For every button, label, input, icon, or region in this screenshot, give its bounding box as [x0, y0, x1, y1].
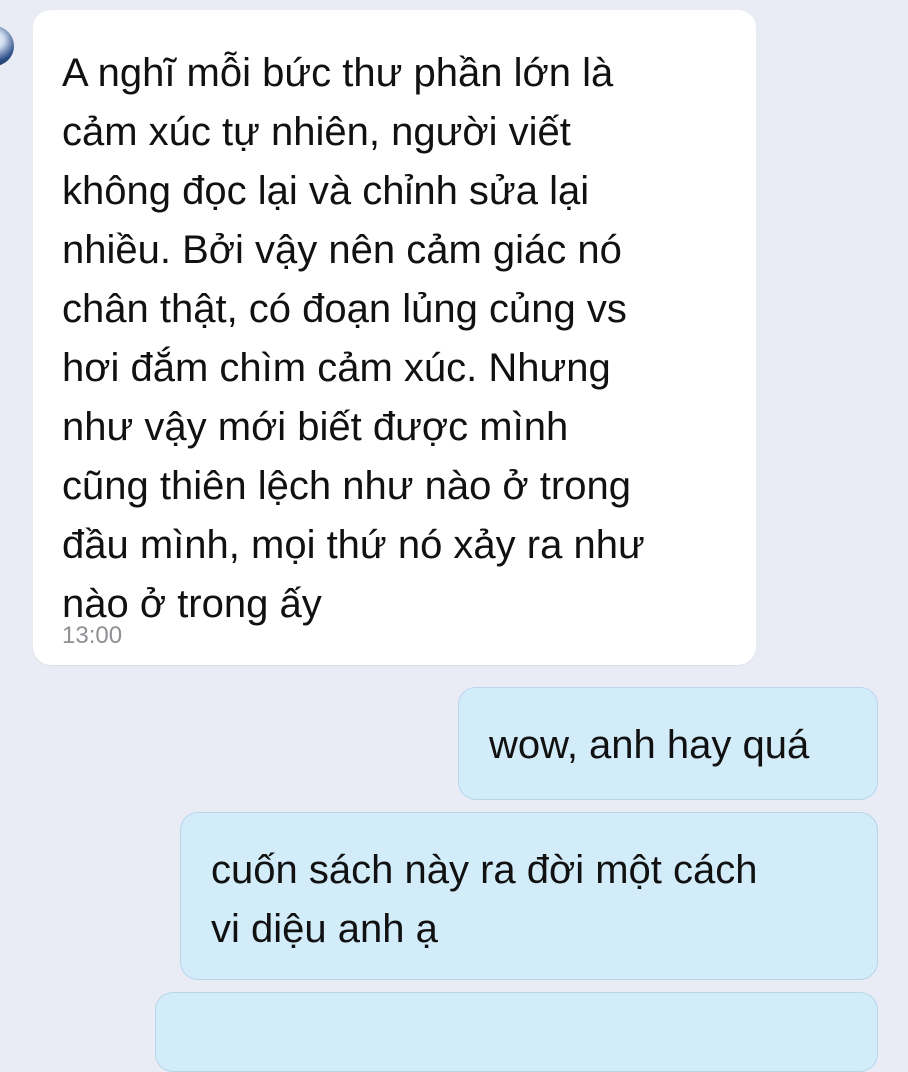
- chat-thread: A nghĩ mỗi bức thư phần lớn là cảm xúc t…: [0, 0, 908, 1072]
- outgoing-message-bubble[interactable]: cuốn sách này ra đời một cách vi diệu an…: [180, 812, 878, 980]
- incoming-message-bubble[interactable]: A nghĩ mỗi bức thư phần lớn là cảm xúc t…: [33, 10, 756, 665]
- message-timestamp: 13:00: [62, 622, 123, 649]
- message-text: wow, anh hay quá: [489, 723, 810, 767]
- outgoing-message-bubble-partial[interactable]: [155, 992, 878, 1072]
- message-text: A nghĩ mỗi bức thư phần lớn là cảm xúc t…: [62, 51, 645, 626]
- message-text: cuốn sách này ra đời một cách vi diệu an…: [211, 848, 758, 951]
- outgoing-message-bubble[interactable]: wow, anh hay quá: [458, 687, 878, 800]
- avatar[interactable]: [0, 26, 14, 66]
